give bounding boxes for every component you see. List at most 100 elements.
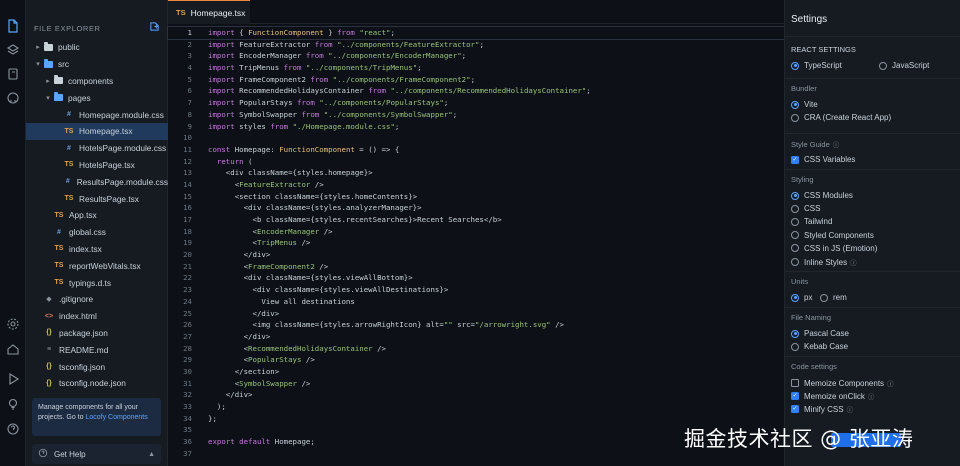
page-icon[interactable] [5,66,21,82]
radio-button[interactable] [791,231,799,240]
file-tree-item[interactable]: ≡ README.md [26,341,168,358]
code-line[interactable]: 9 import styles from "./Homepage.module.c… [168,121,784,133]
code-line[interactable]: 17 <b className={styles.recentSearches}>… [168,214,784,226]
radio-button[interactable] [791,244,799,253]
code-line[interactable]: 16 <div className={styles.analyzerManage… [168,202,784,214]
promo-link[interactable]: Locofy Components [85,414,147,421]
home-icon[interactable] [5,341,21,357]
code-area[interactable]: 1 import { FunctionComponent } from "reac… [167,26,785,459]
code-line[interactable]: 12 return ( [168,156,784,168]
code-line[interactable]: 32 </div> [168,389,784,401]
radio-button[interactable] [791,293,799,302]
file-tree-item[interactable]: # ResultsPage.module.css [26,173,168,190]
option-px[interactable]: px [791,293,812,302]
option-javascript[interactable]: JavaScript [879,61,929,70]
file-tree-item[interactable]: ▸ components [26,73,168,90]
layers-icon[interactable] [5,42,21,58]
option-css-in-js-emotion[interactable]: CSS in JS (Emotion) [791,244,877,253]
code-line[interactable]: 20 </div> [168,249,784,261]
file-tree-item[interactable]: ▾ src [26,56,168,73]
option-css-modules[interactable]: CSS Modules [791,191,853,200]
info-icon[interactable]: ⓘ [850,257,857,267]
code-line[interactable]: 30 </section> [168,366,784,378]
file-tree-item[interactable]: ▾ pages [26,89,168,106]
option-kebab-case[interactable]: Kebab Case [791,342,848,351]
code-line[interactable]: 1 import { FunctionComponent } from "reac… [167,26,785,40]
code-line[interactable]: 8 import SymbolSwapper from "../component… [168,109,784,121]
radio-button[interactable] [791,100,799,109]
option-inline-styles[interactable]: Inline Styles ⓘ [791,257,857,267]
option-rem[interactable]: rem [820,293,847,302]
radio-button[interactable] [791,113,799,122]
option-pascal-case[interactable]: Pascal Case [791,329,849,338]
radio-button[interactable] [879,61,887,70]
code-line[interactable]: 23 <div className={styles.viewAllDestina… [168,284,784,296]
radio-button[interactable] [791,217,799,226]
code-line[interactable]: 29 <PopularStays /> [168,354,784,366]
radio-button[interactable] [791,204,799,213]
code-line[interactable]: 5 import FrameComponent2 from "../compone… [168,74,784,86]
files-icon[interactable] [5,18,21,34]
new-file-icon[interactable] [149,21,160,35]
github-icon[interactable] [5,90,21,106]
file-tree-item[interactable]: TS Homepage.tsx [26,122,168,140]
code-line[interactable]: 18 <EncoderManager /> [168,226,784,238]
code-line[interactable]: 27 </div> [168,331,784,343]
option-memoize-components[interactable]: Memoize Components ⓘ [791,378,894,388]
info-icon[interactable]: ⓘ [887,378,894,388]
info-icon[interactable]: ⓘ [833,142,840,149]
code-line[interactable]: 26 <img className={styles.arrowRightIcon… [168,319,784,331]
radio-button[interactable] [791,61,799,70]
code-line[interactable]: 14 <FeatureExtractor /> [168,179,784,191]
checkbox[interactable]: ✓ [791,405,799,414]
option-typescript[interactable]: TypeScript [791,61,842,70]
code-line[interactable]: 25 </div> [168,308,784,320]
info-icon[interactable]: ⓘ [847,404,854,414]
option-cra-create-react-app[interactable]: CRA (Create React App) [791,113,891,122]
code-line[interactable]: 4 import TripMenus from "../components/Tr… [168,62,784,74]
file-tree-item[interactable]: # global.css [26,224,168,241]
settings-gear-icon[interactable] [5,316,21,332]
option-memoize-onclick[interactable]: ✓ Memoize onClick ⓘ [791,391,874,401]
file-tree-item[interactable]: TS index.tsx [26,241,168,258]
code-line[interactable]: 22 <div className={styles.viewAllBottom}… [168,272,784,284]
option-css[interactable]: CSS [791,204,820,213]
code-line[interactable]: 28 <RecommendedHolidaysContainer /> [168,343,784,355]
checkbox[interactable]: ✓ [791,155,799,164]
lightbulb-icon[interactable] [5,396,21,412]
radio-button[interactable] [791,191,799,200]
file-tree-item[interactable]: {} tsconfig.node.json [26,375,168,392]
checkbox[interactable] [791,379,799,387]
get-help-button[interactable]: Get Help ▲ [32,444,161,464]
code-line[interactable]: 7 import PopularStays from "../components… [168,97,784,109]
code-line[interactable]: 11 const Homepage: FunctionComponent = ()… [168,144,784,156]
info-icon[interactable]: ⓘ [868,391,875,401]
code-line[interactable]: 3 import EncoderManager from "../componen… [168,50,784,62]
option-css-variables[interactable]: ✓ CSS Variables [791,155,855,164]
code-line[interactable]: 15 <section className={styles.homeConten… [168,191,784,203]
code-line[interactable]: 2 import FeatureExtractor from "../compon… [168,39,784,51]
radio-button[interactable] [791,329,799,338]
code-line[interactable]: 24 View all destinations [168,296,784,308]
file-tree-item[interactable]: {} tsconfig.json [26,358,168,375]
file-tree-item[interactable]: {} package.json [26,325,168,342]
option-tailwind[interactable]: Tailwind [791,217,832,226]
option-vite[interactable]: Vite [791,100,818,109]
play-icon[interactable] [5,371,21,387]
option-minify-css[interactable]: ✓ Minify CSS ⓘ [791,404,853,414]
code-line[interactable]: 13 <div className={styles.homepage}> [168,167,784,179]
radio-button[interactable] [791,342,799,351]
file-tree-item[interactable]: <> index.html [26,308,168,325]
code-line[interactable]: 10 [168,132,784,144]
file-tree-item[interactable]: ▸ public [26,39,168,56]
file-tree-item[interactable]: TS ResultsPage.tsx [26,190,168,207]
radio-button[interactable] [791,258,799,266]
code-line[interactable]: 33 ); [168,401,784,413]
code-line[interactable]: 19 <TripMenus /> [168,237,784,249]
code-line[interactable]: 21 <FrameComponent2 /> [168,261,784,273]
file-tree-item[interactable]: TS reportWebVitals.tsx [26,257,168,274]
file-tree-item[interactable]: ◆ .gitignore [26,291,168,308]
option-styled-components[interactable]: Styled Components [791,231,874,240]
radio-button[interactable] [820,293,828,302]
checkbox[interactable]: ✓ [791,392,799,401]
